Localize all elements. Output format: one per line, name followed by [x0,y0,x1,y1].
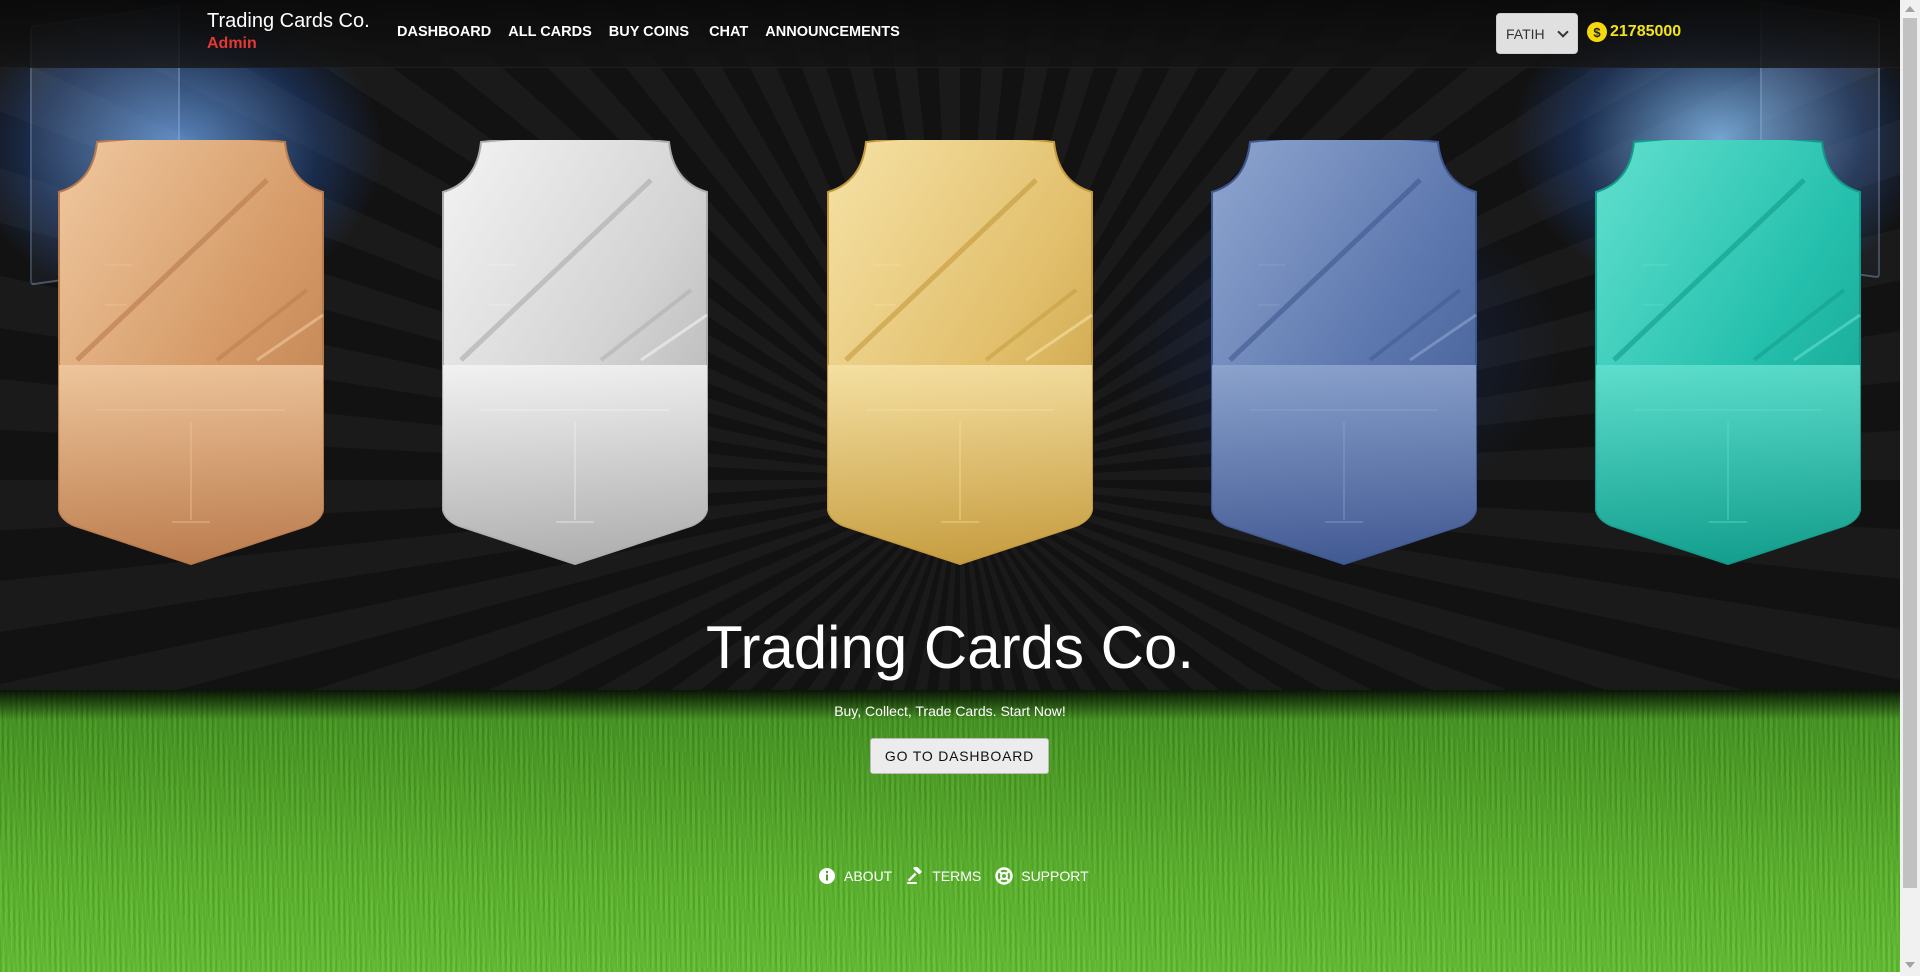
coin-icon: $ [1587,22,1607,42]
nav-buy-coins[interactable]: BUY COINS [609,24,689,40]
nav-all-cards[interactable]: ALL CARDS [508,24,592,40]
coin-amount: 21785000 [1610,23,1682,40]
chevron-down-icon [1557,26,1569,38]
footer-about-label: ABOUT [844,868,893,884]
coin-balance: $ 21785000 [1587,22,1681,42]
hero-background: Trading Cards Co. Buy, Collect, Trade Ca… [0,0,1900,972]
gavel-icon [907,867,922,884]
footer-support-label: SUPPORT [1021,868,1089,884]
footer-support-link[interactable]: SUPPORT [995,867,1089,885]
card-blue [1210,140,1478,565]
card-bronze [57,140,325,565]
grass-field [0,690,1900,972]
card-gold [826,140,1094,565]
user-role-badge: Admin [207,35,257,52]
info-icon [819,868,835,884]
nav-links: DASHBOARD ALL CARDS BUY COINS CHAT ANNOU… [397,24,917,40]
scrollbar-thumb[interactable] [1903,18,1917,888]
go-to-dashboard-button[interactable]: GO TO DASHBOARD [870,738,1049,774]
footer-about-link[interactable]: ABOUT [818,867,892,885]
hero-subtitle: Buy, Collect, Trade Cards. Start Now! [834,703,1066,719]
support-icon [995,867,1013,885]
user-name: FATIH [1506,25,1545,42]
nav-announcements[interactable]: ANNOUNCEMENTS [765,24,900,40]
hero-title: Trading Cards Co. [706,614,1194,681]
user-menu-dropdown[interactable]: FATIH [1496,13,1578,54]
brand[interactable]: Trading Cards Co. Admin [207,10,370,53]
nav-dashboard[interactable]: DASHBOARD [397,24,491,40]
footer-links: ABOUT TERMS SUPPORT [818,867,1103,885]
top-navbar: Trading Cards Co. Admin DASHBOARD ALL CA… [0,0,1900,68]
scroll-up-arrow-icon[interactable] [1905,6,1915,12]
nav-chat[interactable]: CHAT [709,24,748,40]
footer-terms-label: TERMS [932,868,982,884]
card-silver [441,140,709,565]
scroll-down-arrow-icon[interactable] [1905,962,1915,968]
brand-title: Trading Cards Co. [207,10,370,32]
vertical-scrollbar[interactable] [1900,0,1920,976]
card-teal [1594,140,1862,565]
footer-terms-link[interactable]: TERMS [906,867,981,885]
